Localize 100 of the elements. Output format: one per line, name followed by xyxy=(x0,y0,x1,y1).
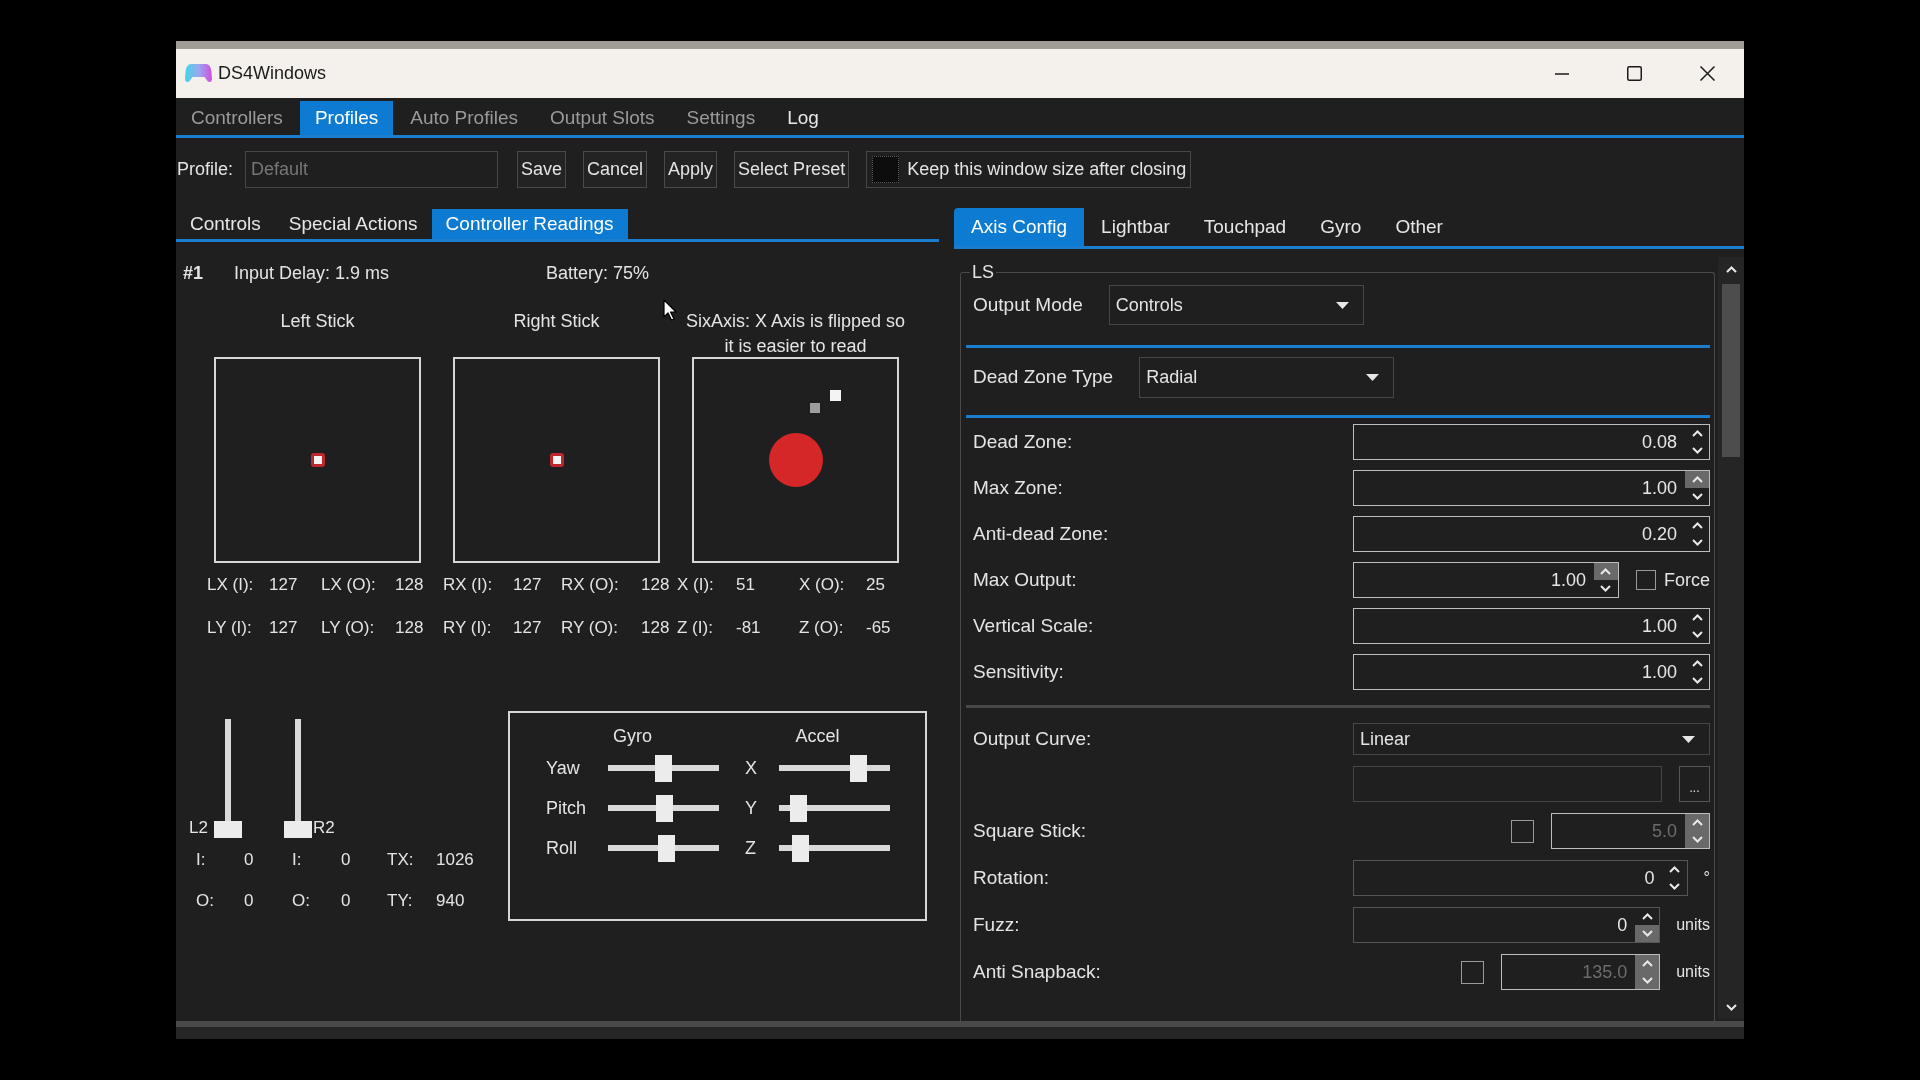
axis-label: X xyxy=(745,757,758,779)
reading-value: -81 xyxy=(736,617,761,639)
tab[interactable]: Touchpad xyxy=(1186,208,1304,246)
caret-down-icon xyxy=(1682,735,1695,743)
reading-label: LY (O): xyxy=(321,617,375,639)
number-field[interactable]: 1.00 xyxy=(1353,562,1619,598)
caret-down-icon xyxy=(1366,374,1380,381)
browse-button[interactable]: ... xyxy=(1679,766,1710,802)
scrollbar[interactable] xyxy=(1718,257,1744,1019)
reading-label: RX (O): xyxy=(561,574,619,596)
checkbox[interactable] xyxy=(1636,570,1656,590)
reading-label: O: xyxy=(292,890,310,912)
tab[interactable]: Lightbar xyxy=(1084,208,1187,246)
window-title: DS4Windows xyxy=(218,62,327,85)
reading-label: RY (O): xyxy=(561,617,618,639)
tab[interactable]: Axis Config xyxy=(954,208,1085,246)
dropdown[interactable]: Controls xyxy=(1108,285,1364,325)
chevron-up-icon xyxy=(1691,430,1703,437)
reading-label: O: xyxy=(196,890,214,912)
checkbox[interactable] xyxy=(872,156,900,183)
group-title: Gyro xyxy=(613,725,652,748)
reading-label: X (O): xyxy=(799,574,845,596)
reading-value: 127 xyxy=(513,574,542,596)
tab[interactable]: Profiles xyxy=(299,101,394,135)
input-delay-text: Input Delay: 1.9 ms xyxy=(234,261,391,285)
chevron-down-icon xyxy=(1691,631,1703,638)
reading-value: 127 xyxy=(513,617,542,639)
controller-number: #1 xyxy=(183,261,205,285)
tab[interactable]: Special Actions xyxy=(274,209,432,239)
reading-value: 128 xyxy=(641,574,670,596)
battery-text: Battery: 75% xyxy=(546,261,650,285)
number-field[interactable]: 1.00 xyxy=(1353,470,1710,506)
number-field[interactable]: 0 xyxy=(1353,907,1661,943)
setting-label: Square Stick: xyxy=(973,818,1086,843)
axis-label: Pitch xyxy=(546,797,587,819)
chevron-down-icon xyxy=(1691,539,1703,546)
axis-label: Z xyxy=(745,837,757,859)
checkbox-label[interactable]: Force xyxy=(1664,566,1710,594)
number-field[interactable]: 0.20 xyxy=(1353,516,1710,552)
axis-label: Y xyxy=(745,797,758,819)
reading-value: -65 xyxy=(866,617,891,639)
chevron-down-icon xyxy=(1725,1003,1737,1011)
number-field[interactable]: 0 xyxy=(1353,860,1688,896)
chevron-up-icon xyxy=(1641,913,1653,920)
action-button[interactable]: Cancel xyxy=(583,151,648,188)
unit-label: units xyxy=(1676,962,1710,982)
stick-title: Right Stick xyxy=(513,310,600,333)
setting-label: Max Output: xyxy=(973,567,1077,592)
tab[interactable]: Gyro xyxy=(1303,208,1379,246)
group-title: Accel xyxy=(795,725,840,748)
scrollbar-thumb[interactable] xyxy=(1722,284,1740,457)
tab[interactable]: Controller Readings xyxy=(431,209,628,239)
action-button[interactable]: Save xyxy=(517,151,567,188)
setting-label: Fuzz: xyxy=(973,912,1020,937)
reading-value: 0 xyxy=(244,849,254,871)
tab[interactable]: Log xyxy=(772,101,834,135)
reading-value: 25 xyxy=(866,574,885,596)
chevron-down-icon xyxy=(1600,585,1612,592)
dropdown[interactable]: Linear xyxy=(1353,723,1710,755)
number-field[interactable]: 1.00 xyxy=(1353,608,1710,644)
text-field[interactable] xyxy=(1353,766,1662,802)
chevron-down-icon xyxy=(1691,836,1703,843)
chevron-down-icon xyxy=(1641,930,1653,937)
minimize-icon xyxy=(1554,72,1569,75)
chevron-up-icon xyxy=(1725,265,1737,273)
reading-value: 0 xyxy=(244,890,254,912)
action-button[interactable]: Select Preset xyxy=(734,151,850,188)
setting-label: Sensitivity: xyxy=(973,659,1064,684)
trigger-label: R2 xyxy=(312,818,335,838)
setting-label: Output Mode xyxy=(973,292,1083,317)
stick-title: SixAxis: X Axis is flipped so it is easier to read xyxy=(684,310,907,358)
setting-label: Vertical Scale: xyxy=(973,613,1094,638)
chevron-down-icon xyxy=(1669,883,1681,890)
chevron-up-icon xyxy=(1691,660,1703,667)
caret-down-icon xyxy=(1335,301,1349,309)
reading-label: TX: xyxy=(387,849,414,871)
reading-label: I: xyxy=(292,849,302,871)
reading-value: 128 xyxy=(395,617,424,639)
number-field[interactable]: 1.00 xyxy=(1353,654,1710,690)
number-field[interactable]: 0.08 xyxy=(1353,424,1710,460)
reading-label: TY: xyxy=(387,890,413,912)
chevron-down-icon xyxy=(1641,977,1653,984)
checkbox-label[interactable]: Keep this window size after closing xyxy=(907,156,1187,183)
chevron-down-icon xyxy=(1691,677,1703,684)
chevron-up-icon xyxy=(1691,614,1703,621)
reading-label: RX (I): xyxy=(443,574,493,596)
reading-label: X (I): xyxy=(677,574,714,596)
tab[interactable]: Other xyxy=(1378,208,1460,246)
close-icon xyxy=(1700,66,1715,81)
reading-label: LY (I): xyxy=(207,617,252,639)
action-button[interactable]: Apply xyxy=(664,151,718,188)
tab[interactable]: Controls xyxy=(176,209,275,239)
dot-marker-icon xyxy=(310,453,325,468)
reading-label: LX (I): xyxy=(207,574,254,596)
cursor-icon xyxy=(663,299,678,321)
setting-label: Dead Zone: xyxy=(973,429,1073,454)
square-marker-icon xyxy=(810,403,821,414)
reading-value: 0 xyxy=(341,849,351,871)
dropdown[interactable]: Radial xyxy=(1139,357,1395,398)
reading-value: 128 xyxy=(641,617,670,639)
